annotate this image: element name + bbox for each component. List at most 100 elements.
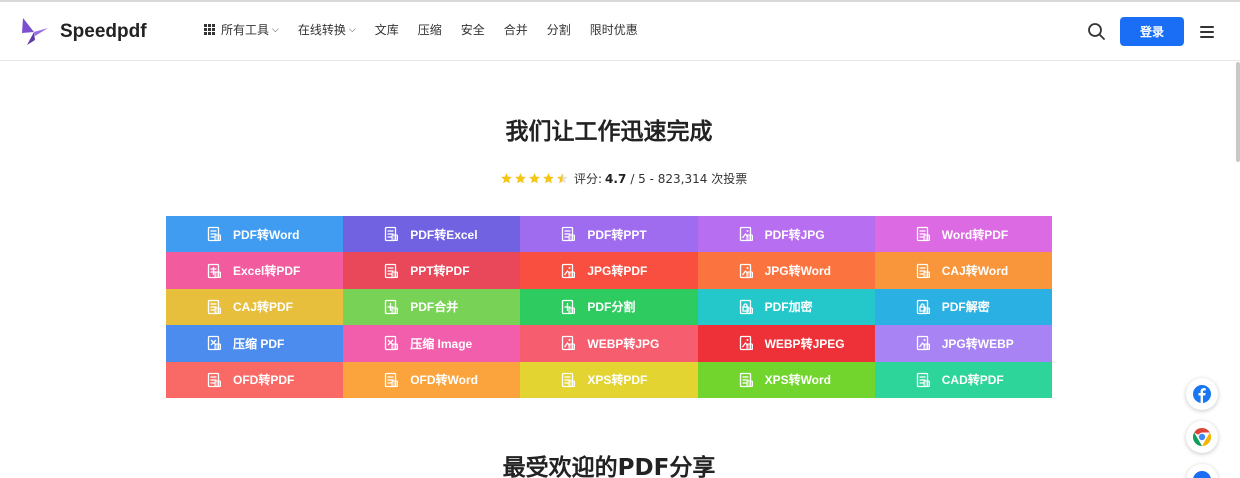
chevron-down-icon: ⌵ [348, 24, 356, 35]
xps-icon [739, 372, 753, 387]
nav-item[interactable]: 在线转换 ⌵ [298, 21, 356, 38]
butterfly-logo-icon [22, 18, 48, 45]
slides-icon [385, 263, 399, 278]
facebook-icon [1193, 385, 1211, 403]
tool-tile-label: PDF转Word [233, 227, 300, 242]
tool-tile-label: CAJ转Word [941, 264, 1009, 279]
tool-tile[interactable]: OFD转Word [343, 361, 521, 398]
main-nav: 所有工具 ⌵ 在线转换 ⌵ 文库 压缩 安全 合并 分割 限时优惠 [204, 21, 657, 38]
hero-title: 我们让工作迅速完成 [505, 119, 713, 145]
tool-tile-label: XPS转PDF [587, 373, 648, 388]
tool-tile[interactable]: XPS转PDF [520, 361, 698, 398]
ofd-icon [385, 372, 399, 387]
tool-tile-label: CAJ转PDF [233, 300, 294, 315]
nav-item[interactable]: 分割 [547, 21, 571, 38]
tool-tile[interactable]: PPT转PDF [343, 252, 521, 289]
tool-tile-label: PPT转PDF [410, 264, 470, 279]
tool-tile-label: 压缩 Image [410, 336, 473, 351]
tool-tile[interactable]: XPS转Word [697, 361, 875, 398]
document-icon [385, 227, 399, 242]
chrome-share-button[interactable] [1186, 421, 1218, 453]
tool-tile[interactable]: Excel转PDF [166, 252, 344, 289]
grid-icon [204, 24, 215, 35]
chevron-down-icon: ⌵ [272, 24, 279, 35]
tool-tile-label: PDF合并 [410, 300, 459, 315]
tool-tile-label: JPG转PDF [587, 264, 648, 279]
rating-stars [500, 172, 569, 185]
tool-tile[interactable]: PDF转JPG [697, 216, 875, 253]
chrome-icon [1193, 428, 1211, 446]
tool-tile-label: CAD转PDF [941, 373, 1004, 388]
logo-text: Speedpdf [60, 21, 147, 42]
tool-tile[interactable]: PDF转Excel [343, 216, 521, 253]
nav-item[interactable]: 所有工具 ⌵ [204, 21, 279, 38]
tool-tile[interactable]: WEBP转JPG [520, 325, 698, 362]
tool-tile[interactable]: PDF加密 [697, 288, 875, 326]
tool-grid: PDF转Word PDF转Excel PDF转PPT PDF转JPG Word转PDF E… [166, 216, 1052, 398]
site-header: Speedpdf 所有工具 ⌵ 在线转换 ⌵ 文库 压缩 安全 合并 分割 限时优惠 登录 [0, 2, 1240, 61]
unlock-icon [916, 299, 930, 315]
nav-item-label: 在线转换 [297, 23, 346, 37]
nav-item-label: 安全 [460, 23, 485, 37]
merge-icon [385, 299, 399, 315]
login-button[interactable]: 登录 [1120, 17, 1184, 46]
image-icon [916, 336, 930, 351]
tool-tile[interactable]: PDF合并 [343, 288, 521, 326]
share-section-title: 最受欢迎的PDF分享 [502, 455, 716, 478]
tool-tile[interactable]: WEBP转JPEG [697, 325, 875, 362]
star-icon [501, 173, 512, 184]
tool-tile[interactable]: PDF转Word [166, 216, 344, 253]
lock-icon [739, 299, 753, 315]
nav-item-label: 分割 [546, 23, 571, 37]
nav-item-label: 合并 [503, 23, 528, 37]
tool-tile[interactable]: JPG转Word [697, 252, 875, 289]
tool-tile[interactable]: CAJ转Word [874, 252, 1052, 289]
tool-tile[interactable]: CAJ转PDF [166, 288, 344, 326]
nav-item[interactable]: 压缩 [418, 21, 442, 38]
tool-tile[interactable]: PDF分割 [520, 288, 698, 326]
ofd-icon [207, 372, 221, 387]
compress-icon [207, 336, 221, 351]
nav-item-label: 限时优惠 [589, 23, 638, 37]
scrollbar-thumb[interactable] [1236, 62, 1240, 162]
search-button[interactable] [1087, 22, 1107, 42]
search-icon [1088, 23, 1105, 40]
image-icon [562, 336, 576, 351]
tool-tile-label: WEBP转JPEG [764, 336, 845, 351]
nav-item[interactable]: 合并 [504, 21, 528, 38]
tool-tile[interactable]: Word转PDF [874, 216, 1052, 253]
tool-tile-label: OFD转PDF [233, 373, 295, 388]
tool-tile[interactable]: PDF转PPT [520, 216, 698, 253]
hamburger-menu-icon[interactable] [1200, 26, 1214, 38]
tool-tile[interactable]: 压缩 PDF [166, 325, 344, 362]
image-icon [562, 263, 576, 278]
star-icon [543, 173, 554, 184]
tool-tile[interactable]: JPG转PDF [520, 252, 698, 289]
tool-tile[interactable]: PDF解密 [874, 288, 1052, 326]
nav-item[interactable]: 安全 [461, 21, 485, 38]
tool-tile-label: WEBP转JPG [587, 336, 660, 351]
nav-item-label: 压缩 [417, 23, 442, 37]
tool-tile[interactable]: JPG转WEBP [874, 325, 1052, 362]
nav-item[interactable]: 文库 [375, 21, 399, 38]
rating-rest: / 5 - 823,314 次投票 [630, 172, 748, 186]
tool-tile[interactable]: CAD转PDF [874, 361, 1052, 398]
cad-icon [916, 372, 930, 387]
image-icon [739, 227, 753, 242]
rating-score: 4.7 [605, 171, 627, 186]
tool-tile-label: PDF转Excel [410, 227, 478, 242]
tool-tile-label: PDF转JPG [764, 227, 825, 242]
document-icon [562, 227, 576, 242]
tool-tile[interactable]: OFD转PDF [166, 361, 344, 398]
nav-item[interactable]: 限时优惠 [590, 21, 638, 38]
split-icon [562, 299, 576, 315]
tool-tile-label: XPS转Word [764, 373, 832, 388]
rating-label: 评分: [574, 172, 603, 186]
image-icon [739, 336, 753, 351]
caj-icon [207, 299, 221, 315]
tool-tile-label: PDF分割 [587, 300, 636, 315]
tool-tile[interactable]: 压缩 Image [343, 325, 521, 362]
facebook-share-button[interactable] [1186, 378, 1218, 410]
logo[interactable]: Speedpdf [20, 16, 147, 48]
compress-icon [385, 336, 399, 351]
